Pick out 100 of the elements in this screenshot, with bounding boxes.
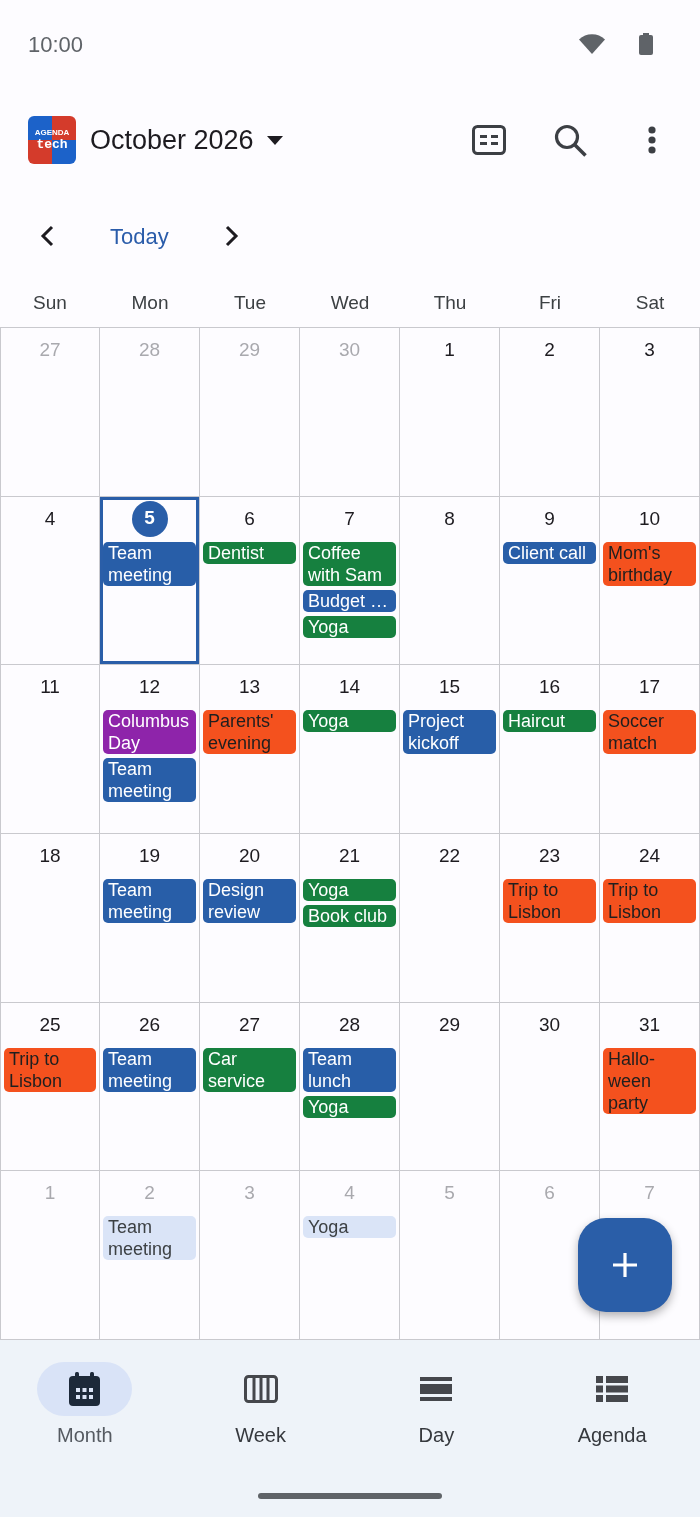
day-cell[interactable]: 16 Haircut <box>500 665 600 834</box>
day-cell[interactable]: 3 <box>600 328 700 497</box>
chevron-right-icon[interactable] <box>224 225 239 247</box>
day-number: 13 <box>238 676 261 699</box>
day-cell[interactable]: 8 <box>400 496 500 666</box>
day-number: 11 <box>40 676 60 699</box>
event-chip[interactable]: Yoga <box>303 615 396 638</box>
event-chip[interactable]: Car service <box>203 1047 296 1092</box>
day-cell[interactable]: 25 Trip to Lisbon <box>0 1002 100 1172</box>
day-cell[interactable]: 11 <box>0 665 100 834</box>
nav-tab[interactable]: Day <box>348 1362 525 1446</box>
event-chip[interactable]: Team meeting <box>103 1047 196 1092</box>
day-number: 2 <box>544 339 555 361</box>
day-number: 27 <box>39 339 61 361</box>
day-cell[interactable]: 1 <box>400 328 500 497</box>
event-chip[interactable]: Yoga <box>303 879 396 901</box>
day-cell[interactable]: 31 Hallo-ween party <box>600 1002 700 1172</box>
event-chip[interactable]: Trip to Lisbon <box>503 879 596 923</box>
event-chip[interactable]: Team meeting <box>103 758 196 803</box>
event-chip[interactable]: Hallo-ween party <box>603 1047 696 1114</box>
day-number: 7 <box>344 507 355 530</box>
day-cell[interactable]: 14 Yoga <box>300 665 400 834</box>
event-chip[interactable]: Trip to Lisbon <box>4 1047 96 1092</box>
nav-tab[interactable]: Month <box>0 1362 173 1446</box>
day-cell[interactable]: 5 Team meeting <box>100 496 200 666</box>
day-number: 15 <box>438 676 461 699</box>
day-number: 25 <box>39 1013 61 1036</box>
nav-tab[interactable]: Agenda <box>524 1362 700 1446</box>
day-cell[interactable]: 7 Coffee with Sam Budget … Yoga <box>300 496 400 666</box>
day-cell[interactable]: 24 Trip to Lisbon <box>600 834 700 1003</box>
event-chip[interactable]: Design review <box>203 879 296 923</box>
day-number: 5 <box>131 500 168 537</box>
day-cell[interactable]: 29 <box>400 1002 500 1172</box>
event-chip[interactable]: Columbus Day <box>103 710 196 755</box>
chevron-left-icon[interactable] <box>40 225 54 247</box>
day-number: 2 <box>144 1182 155 1205</box>
day-cell[interactable]: 18 <box>0 834 100 1003</box>
search-icon[interactable] <box>554 123 587 157</box>
day-cell[interactable]: 22 <box>400 834 500 1003</box>
month-title[interactable]: October 2026 <box>90 119 254 161</box>
event-chip[interactable]: Parents' evening <box>203 710 296 755</box>
day-cell[interactable]: 26 Team meeting <box>100 1002 200 1172</box>
day-number: 19 <box>138 845 161 867</box>
event-chip[interactable]: Soccer match <box>603 710 696 755</box>
day-cell[interactable]: 4 Yoga <box>300 1171 400 1340</box>
day-cell[interactable]: 15 Project kickoff <box>400 665 500 834</box>
event-chip[interactable]: Trip to Lisbon <box>603 879 696 923</box>
event-chip[interactable]: Team meeting <box>103 1216 196 1261</box>
day-cell[interactable]: 17 Soccer match <box>600 665 700 834</box>
day-cell[interactable]: 12 Columbus Day Team meeting <box>100 665 200 834</box>
event-chip[interactable]: Budget … <box>303 589 396 612</box>
day-number: 3 <box>244 1182 255 1205</box>
day-number: 24 <box>638 845 661 867</box>
day-number: 23 <box>538 845 561 867</box>
day-number: 4 <box>44 507 56 530</box>
today-button[interactable]: Today <box>110 219 169 253</box>
day-cell[interactable]: 2 Team meeting <box>100 1171 200 1340</box>
event-chip[interactable]: Haircut <box>503 710 596 733</box>
day-cell[interactable]: 21 Yoga Book club <box>300 834 400 1003</box>
calendar-icon <box>69 1372 101 1406</box>
more-options-icon[interactable] <box>645 126 659 154</box>
event-chip[interactable]: Coffee with Sam <box>303 541 396 586</box>
day-cell[interactable]: 28 Team lunch Yoga <box>300 1002 400 1172</box>
day-number: 10 <box>638 507 661 530</box>
day-cell[interactable]: 13 Parents' evening <box>200 665 300 834</box>
day-number: 4 <box>344 1182 355 1205</box>
week-columns-icon <box>243 1375 278 1403</box>
day-number: 28 <box>138 339 161 361</box>
day-cell[interactable]: 2 <box>500 328 600 497</box>
day-number: 31 <box>638 1013 661 1036</box>
day-number: 20 <box>238 845 261 867</box>
day-number: 22 <box>438 845 461 867</box>
event-chip[interactable]: Team meeting <box>103 879 196 923</box>
caret-icon[interactable] <box>266 135 283 145</box>
event-chip[interactable]: Team lunch <box>303 1047 396 1092</box>
battery-icon <box>639 33 653 55</box>
event-chip[interactable]: Project kickoff <box>403 710 496 755</box>
nav-tab[interactable]: Week <box>172 1362 349 1446</box>
day-cell[interactable]: 6 Dentist <box>200 496 300 666</box>
event-chip[interactable]: Team meeting <box>103 541 196 586</box>
day-cell[interactable]: 20 Design review <box>200 834 300 1003</box>
day-cell[interactable]: 30 <box>500 1002 600 1172</box>
event-chip[interactable]: Book club <box>303 905 396 927</box>
add-event-button[interactable] <box>578 1218 672 1312</box>
day-cell[interactable]: 27 Car service <box>200 1002 300 1172</box>
day-number: 1 <box>444 339 455 361</box>
event-chip[interactable]: Client call <box>503 541 596 564</box>
event-chip[interactable]: Yoga <box>303 1095 396 1118</box>
event-chip[interactable]: Yoga <box>303 710 396 733</box>
day-cell[interactable]: 9 Client call <box>500 496 600 666</box>
day-cell[interactable]: 23 Trip to Lisbon <box>500 834 600 1003</box>
day-number: 16 <box>538 676 561 699</box>
event-chip[interactable]: Yoga <box>303 1216 396 1239</box>
day-cell[interactable]: 10 Mom's birthday <box>600 496 700 666</box>
day-cell[interactable]: 19 Team meeting <box>100 834 200 1003</box>
event-chip[interactable]: Mom's birthday <box>603 541 696 586</box>
day-cell[interactable]: 4 <box>0 496 100 666</box>
view-toggle-icon[interactable] <box>472 125 506 155</box>
day-number: 26 <box>138 1013 161 1036</box>
event-chip[interactable]: Dentist <box>203 541 296 564</box>
